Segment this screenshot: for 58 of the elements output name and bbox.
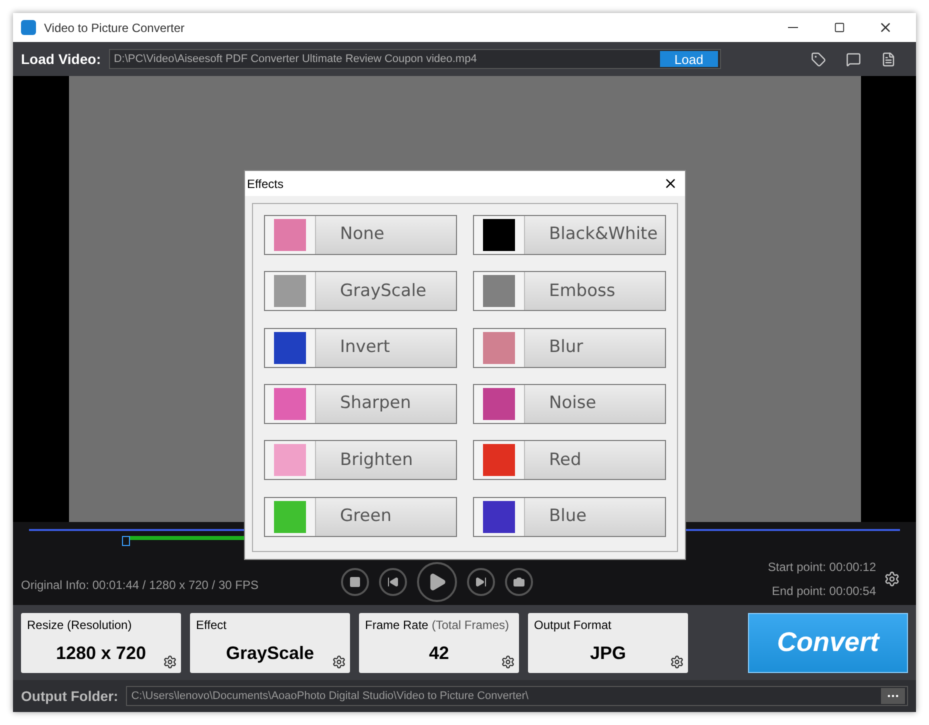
load-button[interactable]: Load <box>660 51 718 67</box>
setting-value: JPG <box>590 642 626 664</box>
convert-button[interactable]: Convert <box>748 612 908 672</box>
effect-button[interactable]: Emboss <box>473 271 666 312</box>
previous-icon <box>387 576 399 588</box>
output-folder-label: Output Folder: <box>21 686 118 706</box>
original-info-text: Original Info: 00:01:44 / 1280 x 720 / 30 FPS <box>21 577 260 594</box>
setting-label: Output Format <box>534 618 612 632</box>
video-path-field[interactable]: D:\PC\Video\Aiseesoft PDF Converter Ultimate Review Coupon video.mp4 Load <box>108 49 721 69</box>
setting-card[interactable]: Effect GrayScale <box>190 612 350 672</box>
browse-button[interactable] <box>881 688 905 704</box>
effect-button[interactable]: GrayScale <box>264 271 457 312</box>
end-point-text: End point: 00:00:54 <box>772 583 876 600</box>
setting-value: 1280 x 720 <box>56 642 146 664</box>
effect-button[interactable]: Green <box>264 496 457 537</box>
maximize-icon <box>834 22 844 33</box>
app-logo-icon <box>21 20 36 35</box>
start-handle-icon[interactable] <box>122 536 130 546</box>
setting-note: (Total Frames) <box>430 618 510 632</box>
stop-icon <box>349 576 361 588</box>
setting-value: GrayScale <box>226 642 314 665</box>
setting-card[interactable]: Resize (Resolution) 1280 x 720 <box>21 612 181 672</box>
effect-button[interactable]: Blue <box>473 496 666 537</box>
settings-icon[interactable] <box>670 654 684 668</box>
setting-label: Effect <box>196 618 226 632</box>
settings-icon[interactable] <box>163 654 177 668</box>
setting-card[interactable]: Output Format JPG <box>528 612 688 672</box>
previous-button[interactable] <box>379 568 407 596</box>
output-folder-field[interactable]: C:\Users\lenovo\Documents\AoaoPhoto Digital Studio\Video to Picture Converter\ <box>126 686 908 706</box>
effect-button[interactable]: Black&White <box>473 215 666 255</box>
effect-button[interactable]: Blur <box>473 328 666 368</box>
settings-icon[interactable] <box>501 654 515 668</box>
chat-icon[interactable] <box>846 52 861 66</box>
window-title: Video to Picture Converter <box>44 20 185 36</box>
snapshot-button[interactable] <box>505 568 533 596</box>
start-point-text: Start point: 00:00:12 <box>768 559 876 576</box>
setting-label: Frame Rate <box>365 618 428 632</box>
play-button[interactable] <box>417 562 457 602</box>
stop-button[interactable] <box>341 568 369 596</box>
next-icon <box>475 576 487 588</box>
settings-icon[interactable] <box>332 654 346 668</box>
setting-value: 42 <box>428 642 450 664</box>
effect-button[interactable]: None <box>264 215 457 255</box>
effect-button[interactable]: Brighten <box>264 440 457 480</box>
settings-icon[interactable] <box>884 571 900 587</box>
snapshot-icon <box>513 576 525 588</box>
setting-card[interactable]: Frame Rate (Total Frames) 42 <box>359 612 519 672</box>
tag-icon[interactable] <box>811 52 826 66</box>
effect-button[interactable]: Red <box>473 440 666 480</box>
next-button[interactable] <box>467 568 495 596</box>
effect-button[interactable]: Invert <box>264 328 457 368</box>
document-icon[interactable] <box>881 52 896 66</box>
minimize-icon <box>788 27 798 28</box>
dialog-title: Effects <box>247 176 284 192</box>
effect-button[interactable]: Noise <box>473 384 666 424</box>
setting-label: Resize (Resolution) <box>27 618 132 632</box>
effect-button[interactable]: Sharpen <box>264 384 457 424</box>
load-video-label: Load Video: <box>21 50 101 68</box>
